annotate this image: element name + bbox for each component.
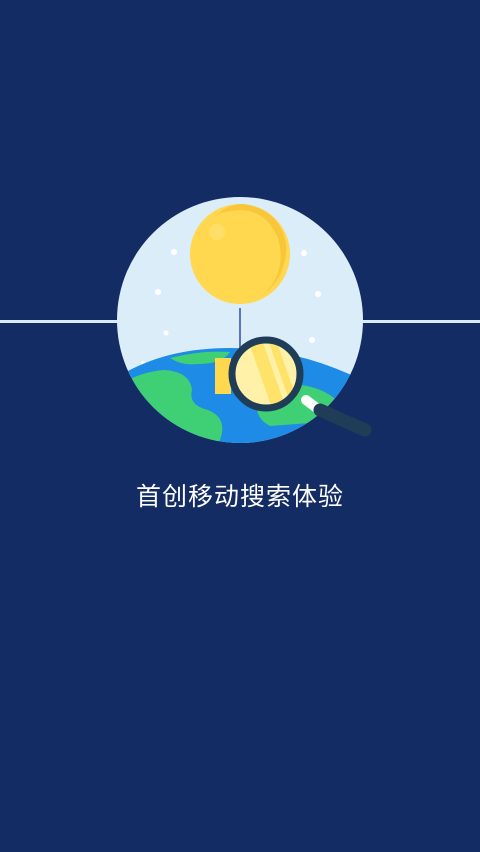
divider-line-left: [0, 320, 126, 323]
magnifier-icon: [228, 336, 304, 412]
splash-tagline: 首创移动搜索体验: [135, 482, 344, 511]
balloon-globe-magnifier-icon: [117, 197, 372, 443]
balloon-icon: [190, 204, 290, 304]
